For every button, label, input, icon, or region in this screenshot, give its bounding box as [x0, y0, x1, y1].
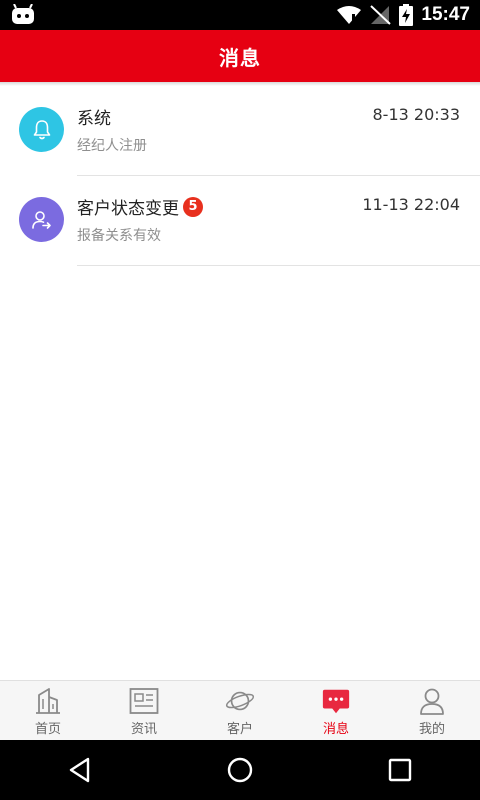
- person-icon: [420, 688, 444, 715]
- message-title: 客户状态变更: [77, 199, 179, 219]
- message-subtitle: 报备关系有效: [77, 228, 161, 244]
- newspaper-icon: [129, 688, 159, 714]
- android-debug-icon: [12, 4, 34, 24]
- tab-label: 资讯: [130, 722, 157, 737]
- unread-count-badge: 5: [183, 196, 203, 217]
- back-button[interactable]: [50, 740, 110, 800]
- chat-bubble-icon: [322, 689, 350, 714]
- tab-profile[interactable]: 我的: [384, 681, 480, 741]
- planet-icon: [225, 691, 255, 711]
- home-button[interactable]: [210, 740, 270, 800]
- message-avatar: [19, 107, 64, 152]
- home-circle-icon: [227, 757, 253, 783]
- status-time: 15:47: [421, 4, 470, 25]
- message-title: 系统: [77, 109, 111, 129]
- message-subtitle: 经纪人注册: [77, 138, 147, 154]
- tab-messages[interactable]: 消息: [288, 681, 384, 741]
- battery-charging-icon: [399, 4, 414, 26]
- bottom-tab-bar: 首页 资讯 客户 消息 我的: [0, 680, 480, 741]
- tab-news[interactable]: 资讯: [96, 681, 192, 741]
- tab-label: 消息: [322, 722, 349, 737]
- page-title: 消息: [219, 45, 261, 70]
- tab-label: 首页: [34, 722, 61, 737]
- tab-home[interactable]: 首页: [0, 681, 96, 741]
- message-avatar: [19, 197, 64, 242]
- message-item-customer-status[interactable]: 客户状态变更 5 11-13 22:04 报备关系有效: [0, 176, 480, 266]
- divider: [77, 265, 480, 266]
- bell-icon: [33, 119, 50, 139]
- tab-label: 我的: [418, 722, 445, 737]
- system-nav-bar: [0, 740, 480, 800]
- tab-customers[interactable]: 客户: [192, 681, 288, 741]
- status-bar: 15:47: [0, 0, 480, 30]
- message-time: 11-13 22:04: [362, 195, 460, 214]
- user-transfer-icon: [31, 210, 51, 229]
- app-header: 消息: [0, 30, 480, 82]
- wifi-icon: [337, 6, 362, 24]
- message-time: 8-13 20:33: [372, 105, 460, 124]
- message-list: 系统 8-13 20:33 经纪人注册 客户状态变更 5 11-13 22:04…: [0, 86, 480, 266]
- recents-button[interactable]: [370, 740, 430, 800]
- no-signal-icon: [370, 5, 392, 25]
- tab-label: 客户: [226, 722, 253, 737]
- back-triangle-icon: [69, 757, 90, 783]
- recents-square-icon: [388, 758, 412, 782]
- message-item-system[interactable]: 系统 8-13 20:33 经纪人注册: [0, 86, 480, 176]
- building-icon: [36, 688, 60, 714]
